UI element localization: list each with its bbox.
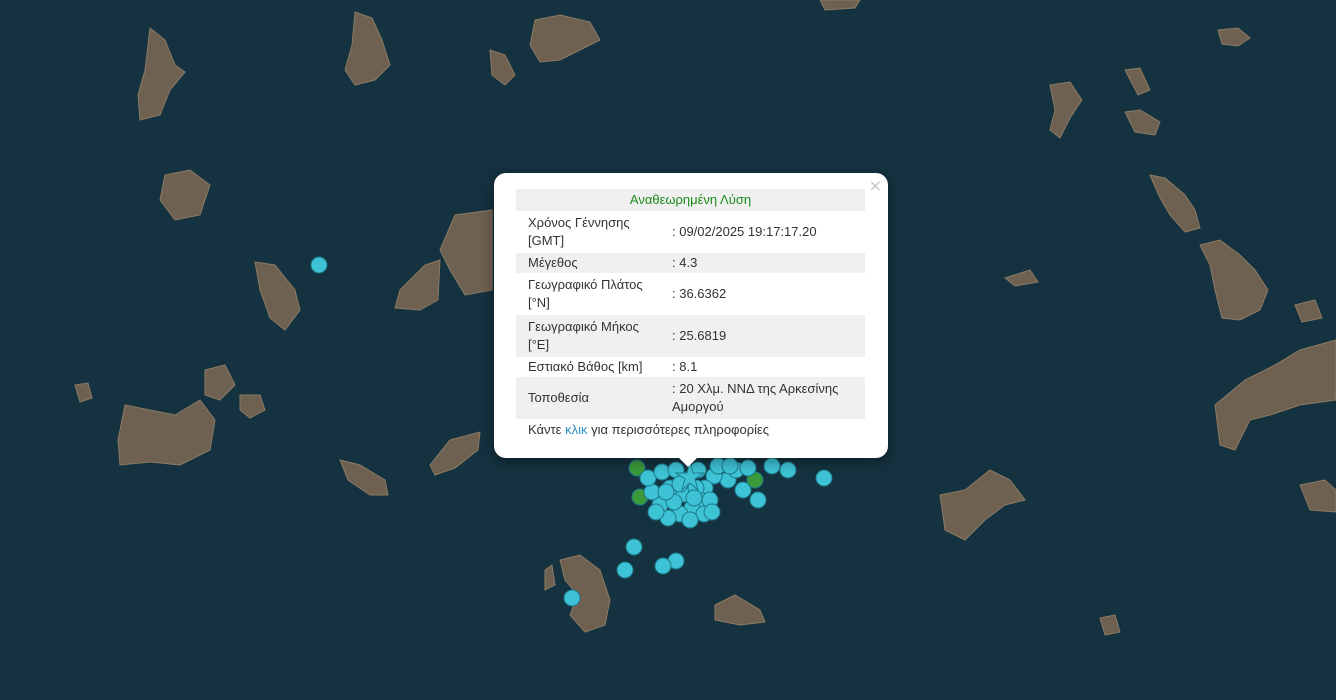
popup-content: Αναθεωρημένη Λύση Χρόνος Γέννησης [GMT] … xyxy=(516,189,865,437)
earthquake-marker[interactable] xyxy=(739,459,757,477)
close-icon[interactable]: × xyxy=(869,178,882,194)
more-info-text: Κάντε κλικ για περισσότερες πληροφορίες xyxy=(516,422,865,437)
earthquake-marker[interactable] xyxy=(681,511,699,529)
popup-title: Αναθεωρημένη Λύση xyxy=(516,189,865,211)
earthquake-info-popup: × Αναθεωρημένη Λύση Χρόνος Γέννησης [GMT… xyxy=(494,173,888,458)
earthquake-marker[interactable] xyxy=(763,457,781,475)
earthquake-marker[interactable] xyxy=(721,457,739,475)
table-row: Μέγεθος : 4.3 xyxy=(516,253,865,273)
earthquake-marker[interactable] xyxy=(563,589,581,607)
row-label: Γεωγραφικό Πλάτος [°N] xyxy=(528,277,643,310)
more-info-link[interactable]: κλικ xyxy=(565,422,587,437)
table-row: Χρόνος Γέννησης [GMT] : 09/02/2025 19:17… xyxy=(516,211,865,253)
earthquake-marker[interactable] xyxy=(657,483,675,501)
earthquake-marker[interactable] xyxy=(779,461,797,479)
table-row: Γεωγραφικό Πλάτος [°N] : 36.6362 xyxy=(516,273,865,315)
earthquake-marker[interactable] xyxy=(703,503,721,521)
table-row: Γεωγραφικό Μήκος [°E] : 25.6819 xyxy=(516,315,865,357)
row-label: Τοποθεσία xyxy=(516,377,660,419)
earthquake-marker[interactable] xyxy=(653,463,671,481)
more-prefix: Κάντε xyxy=(528,422,566,437)
row-value: : 20 Χλμ. ΝΝΔ της Αρκεσίνης Αμοργού xyxy=(660,377,865,419)
more-suffix: για περισσότερες πληροφορίες xyxy=(587,422,770,437)
earthquake-marker[interactable] xyxy=(310,256,328,274)
event-details-table: Χρόνος Γέννησης [GMT] : 09/02/2025 19:17… xyxy=(516,211,865,419)
earthquake-marker[interactable] xyxy=(625,538,643,556)
earthquake-marker[interactable] xyxy=(685,489,703,507)
row-value: : 4.3 xyxy=(660,253,865,273)
row-value: : 09/02/2025 19:17:17.20 xyxy=(672,224,817,239)
earthquake-marker[interactable] xyxy=(647,503,665,521)
earthquake-marker[interactable] xyxy=(616,561,634,579)
row-value: : 25.6819 xyxy=(660,315,865,357)
row-label: Μέγεθος xyxy=(516,253,660,273)
popup-tip xyxy=(678,457,698,467)
table-row: Εστιακό Βάθος [km] : 8.1 xyxy=(516,357,865,377)
earthquake-marker[interactable] xyxy=(815,469,833,487)
earthquake-marker[interactable] xyxy=(749,491,767,509)
earthquake-marker[interactable] xyxy=(654,557,672,575)
table-row: Τοποθεσία : 20 Χλμ. ΝΝΔ της Αρκεσίνης Αμ… xyxy=(516,377,865,419)
row-label: Εστιακό Βάθος [km] xyxy=(528,359,643,374)
row-label: Χρόνος Γέννησης [GMT] xyxy=(528,215,630,248)
row-value: : 8.1 xyxy=(672,359,698,374)
row-label: Γεωγραφικό Μήκος [°E] xyxy=(516,315,660,357)
island xyxy=(819,0,861,11)
row-value: : 36.6362 xyxy=(672,286,727,301)
